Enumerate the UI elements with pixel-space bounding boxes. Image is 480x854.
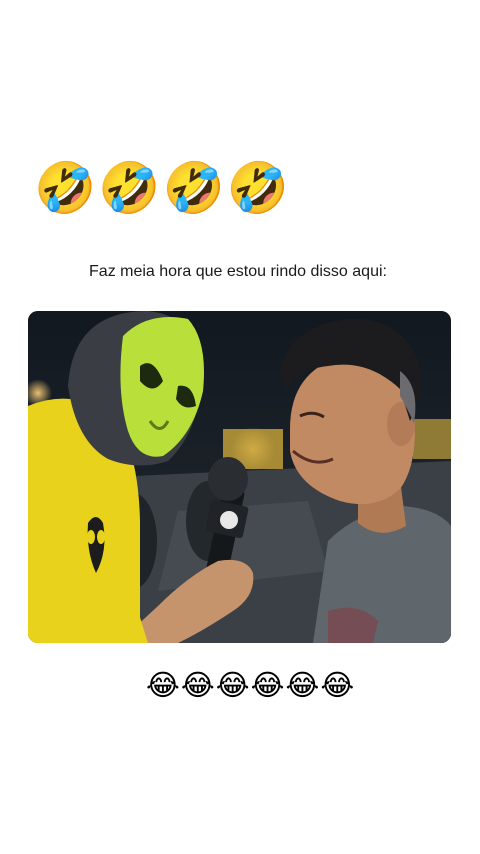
post-caption: Faz meia hora que estou rindo disso aqui… (89, 263, 387, 280)
top-emoji-row: 🤣🤣🤣🤣 (34, 160, 292, 216)
bottom-emoji-row: 😂😂😂😂😂😂 (146, 670, 356, 702)
meme-scene-illustration (28, 311, 451, 643)
video-still[interactable] (28, 311, 451, 643)
